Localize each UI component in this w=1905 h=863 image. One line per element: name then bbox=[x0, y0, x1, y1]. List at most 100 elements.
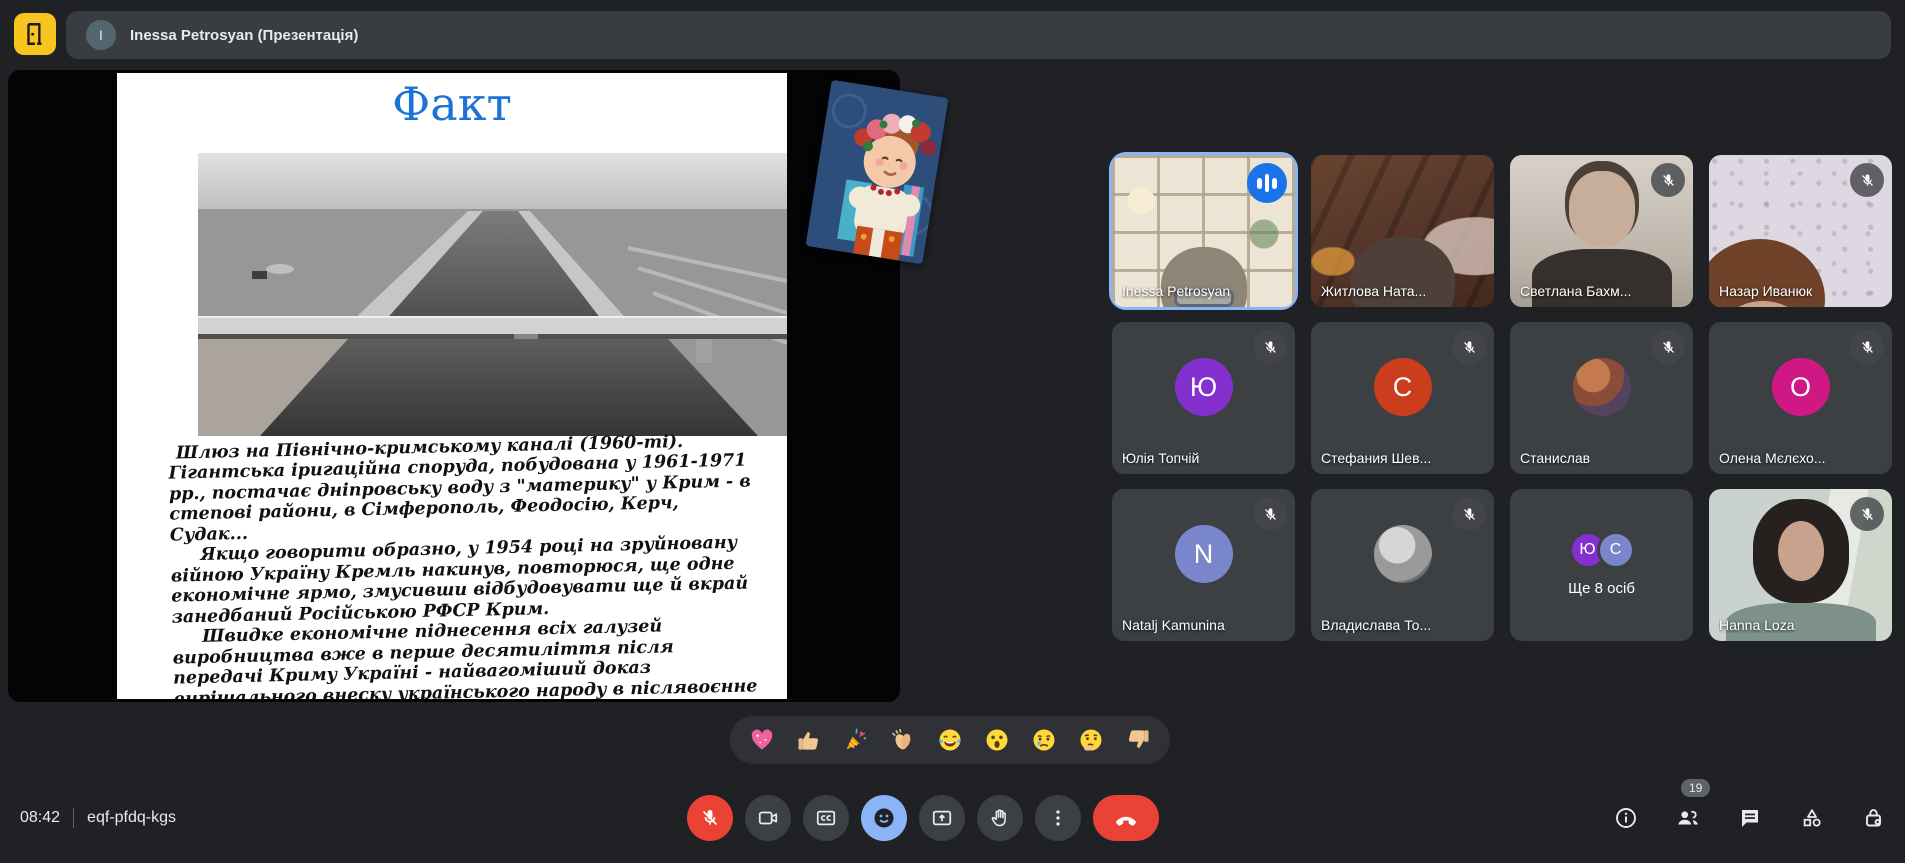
avatar: С bbox=[1374, 358, 1432, 416]
slide-paragraph: Швидке економічне піднесення всіх галузе… bbox=[172, 615, 758, 699]
participant-tile-svetlana[interactable]: Светлана Бахм... bbox=[1510, 155, 1693, 307]
camera-icon bbox=[757, 807, 779, 829]
slide-body-text: Шлюз на Північно-кримському каналі (1960… bbox=[168, 430, 758, 699]
participant-name: Inessa Petrosyan bbox=[1122, 283, 1230, 299]
captions-icon bbox=[815, 807, 837, 829]
crying-face-reaction[interactable] bbox=[1029, 725, 1059, 755]
door-icon bbox=[22, 21, 48, 47]
participant-tile-olena[interactable]: О Олена Мєлєхо... bbox=[1709, 322, 1892, 474]
participant-tile-stefania[interactable]: С Стефания Шев... bbox=[1311, 322, 1494, 474]
slide: Факт bbox=[117, 73, 787, 699]
mic-off-icon bbox=[1651, 163, 1685, 197]
clock-time: 08:42 bbox=[20, 809, 60, 827]
mic-off-icon bbox=[1850, 330, 1884, 364]
divider bbox=[73, 808, 74, 828]
present-screen-button[interactable] bbox=[919, 795, 965, 841]
participant-name: Олена Мєлєхо... bbox=[1719, 450, 1826, 466]
avatar: Ю bbox=[1175, 358, 1233, 416]
canal-photo bbox=[198, 153, 787, 436]
info-icon bbox=[1614, 806, 1638, 830]
participant-tile-stanislav[interactable]: Станислав bbox=[1510, 322, 1693, 474]
people-icon bbox=[1675, 805, 1701, 831]
mic-off-button[interactable] bbox=[687, 795, 733, 841]
clapping-hands-reaction[interactable] bbox=[888, 725, 918, 755]
mic-off-icon bbox=[1452, 330, 1486, 364]
lock-icon bbox=[1862, 806, 1886, 830]
thinking-face-reaction[interactable] bbox=[1076, 725, 1106, 755]
more-vertical-icon bbox=[1047, 807, 1069, 829]
mic-off-icon bbox=[1651, 330, 1685, 364]
participant-tile-natalj[interactable]: N Natalj Kamunina bbox=[1112, 489, 1295, 641]
present-icon bbox=[931, 807, 953, 829]
shapes-icon bbox=[1800, 806, 1824, 830]
meeting-code: eqf-pfdq-kgs bbox=[87, 809, 176, 827]
participant-name: Владислава То... bbox=[1321, 617, 1431, 633]
avatar bbox=[1374, 525, 1432, 583]
end-call-icon bbox=[1113, 805, 1139, 831]
end-call-button[interactable] bbox=[1093, 795, 1159, 841]
participant-name: Юлія Топчій bbox=[1122, 450, 1199, 466]
participant-name: Hanna Loza bbox=[1719, 617, 1795, 633]
participant-name: Natalj Kamunina bbox=[1122, 617, 1225, 633]
host-controls-button[interactable] bbox=[1861, 805, 1887, 831]
participant-tile-hanna[interactable]: Hanna Loza bbox=[1709, 489, 1892, 641]
mic-off-icon bbox=[1850, 497, 1884, 531]
captions-button[interactable] bbox=[803, 795, 849, 841]
people-panel-button[interactable]: 19 bbox=[1675, 805, 1701, 831]
participant-tile-yuliia[interactable]: Ю Юлія Топчій bbox=[1112, 322, 1295, 474]
person-silhouette bbox=[1778, 521, 1824, 581]
overflow-tile-more-people[interactable]: Ю С Ще 8 осіб bbox=[1510, 489, 1693, 641]
participant-name: Назар Иванюк bbox=[1719, 283, 1812, 299]
google-meet-window: I Inessa Petrosyan (Презентація) Факт bbox=[0, 0, 1905, 863]
overflow-avatars: Ю С bbox=[1572, 534, 1632, 566]
avatar: С bbox=[1600, 534, 1632, 566]
tears-of-joy-reaction[interactable] bbox=[935, 725, 965, 755]
participant-count-badge: 19 bbox=[1681, 779, 1710, 797]
chat-icon bbox=[1738, 806, 1762, 830]
presentation-title-bar: I Inessa Petrosyan (Презентація) bbox=[66, 11, 1891, 59]
presentation-title: Inessa Petrosyan (Презентація) bbox=[130, 27, 358, 44]
party-popper-reaction[interactable] bbox=[841, 725, 871, 755]
panel-icons: 19 bbox=[1613, 795, 1887, 841]
activities-button[interactable] bbox=[1799, 805, 1825, 831]
chat-panel-button[interactable] bbox=[1737, 805, 1763, 831]
mic-off-icon bbox=[1452, 497, 1486, 531]
hand-icon bbox=[989, 807, 1011, 829]
avatar bbox=[1573, 358, 1631, 416]
avatar: О bbox=[1772, 358, 1830, 416]
sparkling-heart-reaction[interactable] bbox=[747, 725, 777, 755]
mic-off-icon bbox=[1253, 330, 1287, 364]
smiley-icon bbox=[872, 806, 896, 830]
raise-hand-button[interactable] bbox=[977, 795, 1023, 841]
speaking-indicator-icon bbox=[1247, 163, 1287, 203]
mic-off-icon bbox=[1253, 497, 1287, 531]
slide-paragraph: Якщо говорити образно, у 1954 році на зр… bbox=[170, 533, 756, 628]
app-logo[interactable] bbox=[14, 13, 56, 55]
more-options-button[interactable] bbox=[1035, 795, 1081, 841]
shared-presentation: Факт bbox=[8, 70, 900, 702]
call-controls bbox=[687, 795, 1159, 841]
doll-painting bbox=[806, 80, 949, 264]
thumbs-up-reaction[interactable] bbox=[794, 725, 824, 755]
participant-tile-inessa[interactable]: Inessa Petrosyan bbox=[1112, 155, 1295, 307]
thumbs-down-reaction[interactable] bbox=[1123, 725, 1153, 755]
slide-paragraph: Шлюз на Північно-кримському каналі (1960… bbox=[168, 430, 754, 546]
participant-name: Стефания Шев... bbox=[1321, 450, 1431, 466]
participant-tile-vladyslava[interactable]: Владислава То... bbox=[1311, 489, 1494, 641]
slide-title: Факт bbox=[117, 79, 787, 130]
participant-name: Житлова Ната... bbox=[1321, 283, 1426, 299]
meeting-info: 08:42 eqf-pfdq-kgs bbox=[20, 793, 176, 843]
participant-name: Станислав bbox=[1520, 450, 1590, 466]
mic-off-icon bbox=[1850, 163, 1884, 197]
meeting-details-button[interactable] bbox=[1613, 805, 1639, 831]
reactions-bar bbox=[730, 716, 1170, 764]
participant-name: Светлана Бахм... bbox=[1520, 283, 1631, 299]
surprised-face-reaction[interactable] bbox=[982, 725, 1012, 755]
person-silhouette bbox=[1569, 171, 1635, 247]
camera-button[interactable] bbox=[745, 795, 791, 841]
presenter-avatar: I bbox=[86, 20, 116, 50]
participant-tile-nazar[interactable]: Назар Иванюк bbox=[1709, 155, 1892, 307]
overflow-count-label: Ще 8 осіб bbox=[1510, 580, 1693, 597]
reactions-button[interactable] bbox=[861, 795, 907, 841]
participant-tile-zhytlova[interactable]: Житлова Ната... bbox=[1311, 155, 1494, 307]
